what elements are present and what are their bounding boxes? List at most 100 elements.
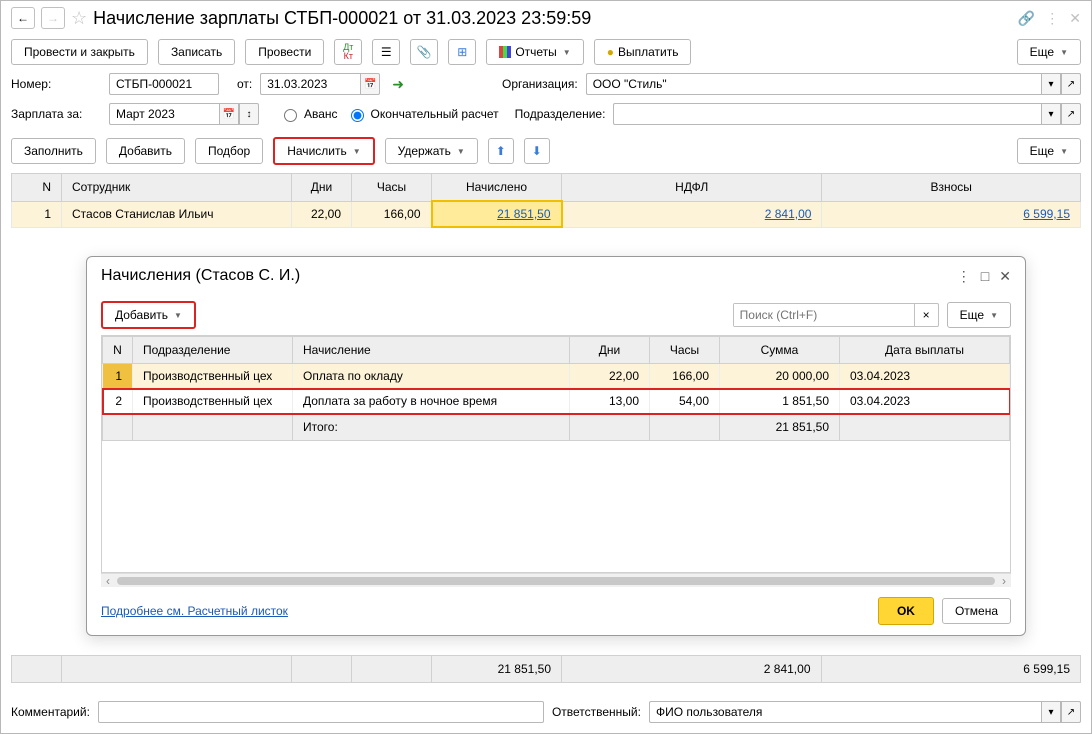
acc-cell-accrual: Оплата по окладу	[293, 364, 570, 389]
accrue-button[interactable]: Начислить ▼	[273, 137, 374, 165]
menu-dots-icon[interactable]: ⋮	[1045, 10, 1059, 27]
org-input[interactable]	[586, 73, 1041, 95]
resp-input[interactable]	[649, 701, 1041, 723]
pay-button[interactable]: ● Выплатить	[594, 39, 692, 65]
dialog-title: Начисления (Стасов С. И.)	[101, 267, 957, 285]
save-button[interactable]: Записать	[158, 39, 235, 65]
dialog-add-button[interactable]: Добавить ▼	[101, 301, 196, 329]
close-icon[interactable]: ✕	[1069, 10, 1081, 27]
advance-radio[interactable]: Аванс	[279, 106, 338, 122]
col-accrued[interactable]: Начислено	[432, 174, 562, 202]
acc-col-days[interactable]: Дни	[570, 337, 650, 364]
acc-col-dept[interactable]: Подразделение	[133, 337, 293, 364]
actions-more-button[interactable]: Еще ▼	[1017, 138, 1081, 164]
fill-label: Заполнить	[24, 144, 83, 158]
number-input[interactable]	[109, 73, 219, 95]
tax-link[interactable]: 2 841,00	[765, 207, 812, 221]
total-tax: 2 841,00	[562, 656, 822, 682]
accrued-link[interactable]: 21 851,50	[497, 207, 550, 221]
add-button[interactable]: Добавить	[106, 138, 185, 164]
comment-input[interactable]	[98, 701, 544, 723]
col-tax[interactable]: НДФЛ	[562, 174, 822, 202]
final-radio-input[interactable]	[351, 109, 364, 122]
dept-input[interactable]	[613, 103, 1041, 125]
accrue-label: Начислить	[287, 144, 346, 158]
final-radio[interactable]: Окончательный расчет	[346, 106, 499, 122]
acc-col-accrual[interactable]: Начисление	[293, 337, 570, 364]
cell-days: 22,00	[292, 201, 352, 227]
link-icon[interactable]: 🔗	[1018, 10, 1035, 27]
acc-col-hours[interactable]: Часы	[650, 337, 720, 364]
dept-open-button[interactable]: ↗	[1061, 103, 1081, 125]
contrib-link[interactable]: 6 599,15	[1023, 207, 1070, 221]
nav-back-button[interactable]: ←	[11, 7, 35, 29]
month-calendar-button[interactable]: 📅	[219, 103, 239, 125]
accruals-row[interactable]: 1 Производственный цех Оплата по окладу …	[103, 364, 1010, 389]
stepper-icon: ↕	[247, 109, 252, 120]
acc-cell-n: 2	[103, 389, 133, 414]
accruals-row[interactable]: 2 Производственный цех Доплата за работу…	[103, 389, 1010, 414]
total-contrib: 6 599,15	[822, 656, 1081, 682]
resp-dropdown-button[interactable]: ▾	[1041, 701, 1061, 723]
dtk-button[interactable]: ДтКт	[334, 39, 362, 65]
acc-col-paydate[interactable]: Дата выплаты	[840, 337, 1010, 364]
col-hours[interactable]: Часы	[352, 174, 432, 202]
cell-accrued[interactable]: 21 851,50	[432, 201, 562, 227]
reports-button[interactable]: Отчеты ▼	[486, 39, 583, 65]
cell-tax[interactable]: 2 841,00	[562, 201, 822, 227]
ok-button[interactable]: OK	[878, 597, 934, 625]
org-open-button[interactable]: ↗	[1061, 73, 1081, 95]
cell-contrib[interactable]: 6 599,15	[822, 201, 1081, 227]
green-arrow-icon[interactable]: ➜	[392, 76, 404, 93]
coin-icon: ●	[607, 45, 614, 59]
dialog-more-button[interactable]: Еще ▼	[947, 302, 1011, 328]
structure-button[interactable]: ⊞	[448, 39, 476, 65]
favorite-star-icon[interactable]: ☆	[71, 8, 87, 29]
titlebar: ← → ☆ Начисление зарплаты СТБП-000021 от…	[1, 1, 1091, 35]
dialog-toolbar: Добавить ▼ × Еще ▼	[87, 295, 1025, 335]
payslip-link[interactable]: Подробнее см. Расчетный листок	[101, 604, 288, 618]
post-and-close-button[interactable]: Провести и закрыть	[11, 39, 148, 65]
col-employee[interactable]: Сотрудник	[62, 174, 292, 202]
nav-forward-button[interactable]: →	[41, 7, 65, 29]
post-close-label: Провести и закрыть	[24, 45, 135, 59]
search-input[interactable]	[734, 304, 914, 326]
dept-dropdown-button[interactable]: ▾	[1041, 103, 1061, 125]
move-down-button[interactable]: ⬇	[524, 138, 550, 164]
acc-cell-days: 22,00	[570, 364, 650, 389]
acc-col-n[interactable]: N	[103, 337, 133, 364]
acc-col-sum[interactable]: Сумма	[720, 337, 840, 364]
list-button[interactable]: ☰	[372, 39, 400, 65]
resp-open-button[interactable]: ↗	[1061, 701, 1081, 723]
acc-cell-paydate: 03.04.2023	[840, 389, 1010, 414]
table-row[interactable]: 1 Стасов Станислав Ильич 22,00 166,00 21…	[12, 201, 1081, 227]
withhold-button[interactable]: Удержать ▼	[385, 138, 478, 164]
col-days[interactable]: Дни	[292, 174, 352, 202]
month-stepper-button[interactable]: ↕	[239, 103, 259, 125]
action-toolbar: Заполнить Добавить Подбор Начислить ▼ Уд…	[1, 129, 1091, 173]
open-icon: ↗	[1067, 109, 1075, 120]
horizontal-scrollbar[interactable]	[101, 573, 1011, 587]
month-input[interactable]	[109, 103, 219, 125]
scrollbar-thumb[interactable]	[117, 577, 995, 585]
fill-button[interactable]: Заполнить	[11, 138, 96, 164]
pick-button[interactable]: Подбор	[195, 138, 263, 164]
move-up-button[interactable]: ⬆	[488, 138, 514, 164]
org-dropdown-button[interactable]: ▾	[1041, 73, 1061, 95]
dialog-menu-icon[interactable]: ⋮	[957, 268, 971, 285]
accruals-dialog: Начисления (Стасов С. И.) ⋮ □ ✕ Добавить…	[86, 256, 1026, 636]
calendar-button[interactable]: 📅	[360, 73, 380, 95]
dialog-close-icon[interactable]: ✕	[999, 268, 1011, 285]
bottom-row: Комментарий: Ответственный: ▾ ↗	[11, 701, 1081, 723]
search-clear-button[interactable]: ×	[914, 304, 938, 326]
acc-cell-accrual: Доплата за работу в ночное время	[293, 389, 570, 414]
attach-button[interactable]: 📎	[410, 39, 438, 65]
dialog-maximize-icon[interactable]: □	[981, 268, 989, 285]
col-n[interactable]: N	[12, 174, 62, 202]
date-input[interactable]	[260, 73, 360, 95]
more-button[interactable]: Еще ▼	[1017, 39, 1081, 65]
post-button[interactable]: Провести	[245, 39, 324, 65]
advance-radio-input[interactable]	[284, 109, 297, 122]
cancel-button[interactable]: Отмена	[942, 598, 1011, 624]
col-contrib[interactable]: Взносы	[822, 174, 1081, 202]
